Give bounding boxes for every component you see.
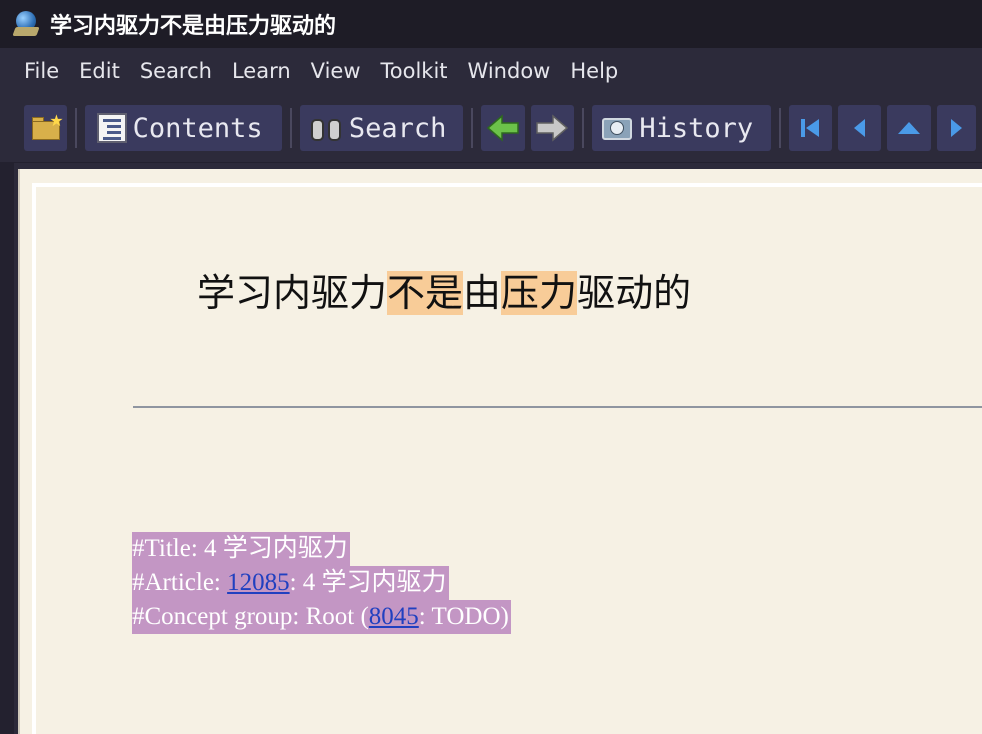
- heading-part: 驱动的: [577, 271, 692, 315]
- article-heading: 学习内驱力不是由压力驱动的: [197, 262, 691, 317]
- forward-button[interactable]: [530, 105, 574, 151]
- open-folder-button[interactable]: ★: [24, 105, 68, 151]
- heading-part: 学习内驱力: [197, 271, 388, 315]
- meta-article-suffix: : 4 学习内驱力: [289, 569, 447, 596]
- heading-part: 由: [463, 271, 502, 315]
- meta-article-prefix: #Article:: [132, 569, 228, 596]
- next-button[interactable]: [936, 105, 976, 151]
- app-globe-icon: [12, 9, 42, 39]
- menu-file[interactable]: File: [14, 59, 69, 83]
- menu-bar: File Edit Search Learn View Toolkit Wind…: [0, 48, 982, 94]
- menu-help[interactable]: Help: [560, 59, 628, 83]
- document-view: [18, 169, 982, 734]
- search-label: Search: [348, 112, 447, 144]
- menu-search[interactable]: Search: [130, 59, 222, 83]
- contents-icon: [96, 113, 127, 143]
- horizontal-divider: [133, 406, 982, 408]
- meta-concept-suffix: : TODO): [418, 603, 509, 630]
- heading-highlight: 不是: [387, 271, 464, 315]
- parent-button[interactable]: [887, 105, 931, 151]
- menu-learn[interactable]: Learn: [222, 59, 301, 83]
- meta-title-line: #Title: 4 学习内驱力: [132, 532, 350, 566]
- menu-window[interactable]: Window: [458, 59, 561, 83]
- search-button[interactable]: Search: [299, 105, 464, 151]
- meta-article-line: #Article: 12085: 4 学习内驱力: [132, 566, 449, 600]
- history-button[interactable]: History: [591, 105, 771, 151]
- skip-first-icon: [801, 119, 820, 137]
- history-clock-icon: [601, 114, 633, 142]
- menu-toolkit[interactable]: Toolkit: [371, 59, 458, 83]
- triangle-left-icon: [853, 119, 865, 137]
- title-bar: 学习内驱力不是由压力驱动的: [0, 0, 982, 48]
- menu-edit[interactable]: Edit: [69, 59, 130, 83]
- window-title: 学习内驱力不是由压力驱动的: [50, 14, 337, 39]
- content-frame: [14, 163, 982, 734]
- toolbar-separator: [581, 108, 584, 148]
- meta-concept-line: #Concept group: Root (8045: TODO): [132, 600, 511, 634]
- contents-button[interactable]: Contents: [85, 105, 282, 151]
- article-id-link[interactable]: 12085: [227, 569, 290, 596]
- toolbar-separator: [75, 108, 78, 148]
- folder-star-icon: ★: [30, 111, 64, 141]
- concept-id-link[interactable]: 8045: [369, 603, 419, 630]
- triangle-up-icon: [897, 122, 920, 134]
- menu-view[interactable]: View: [301, 59, 371, 83]
- binoculars-icon: [309, 113, 343, 143]
- toolbar-separator: [290, 108, 292, 148]
- article-metadata: #Title: 4 学习内驱力 #Article: 12085: 4 学习内驱力…: [132, 532, 511, 634]
- contents-label: Contents: [132, 112, 263, 144]
- triangle-right-icon: [951, 119, 963, 137]
- heading-highlight: 压力: [501, 271, 578, 315]
- back-button[interactable]: [481, 105, 525, 151]
- first-button[interactable]: [788, 105, 833, 151]
- toolbar-separator: [471, 108, 474, 148]
- previous-button[interactable]: [838, 105, 882, 151]
- toolbar-separator: [778, 108, 781, 148]
- meta-concept-prefix: #Concept group: Root (: [132, 603, 369, 630]
- toolbar: ★ Contents Search History: [0, 94, 982, 162]
- history-label: History: [639, 112, 754, 144]
- arrow-right-icon: [536, 114, 569, 142]
- arrow-left-icon: [486, 114, 519, 142]
